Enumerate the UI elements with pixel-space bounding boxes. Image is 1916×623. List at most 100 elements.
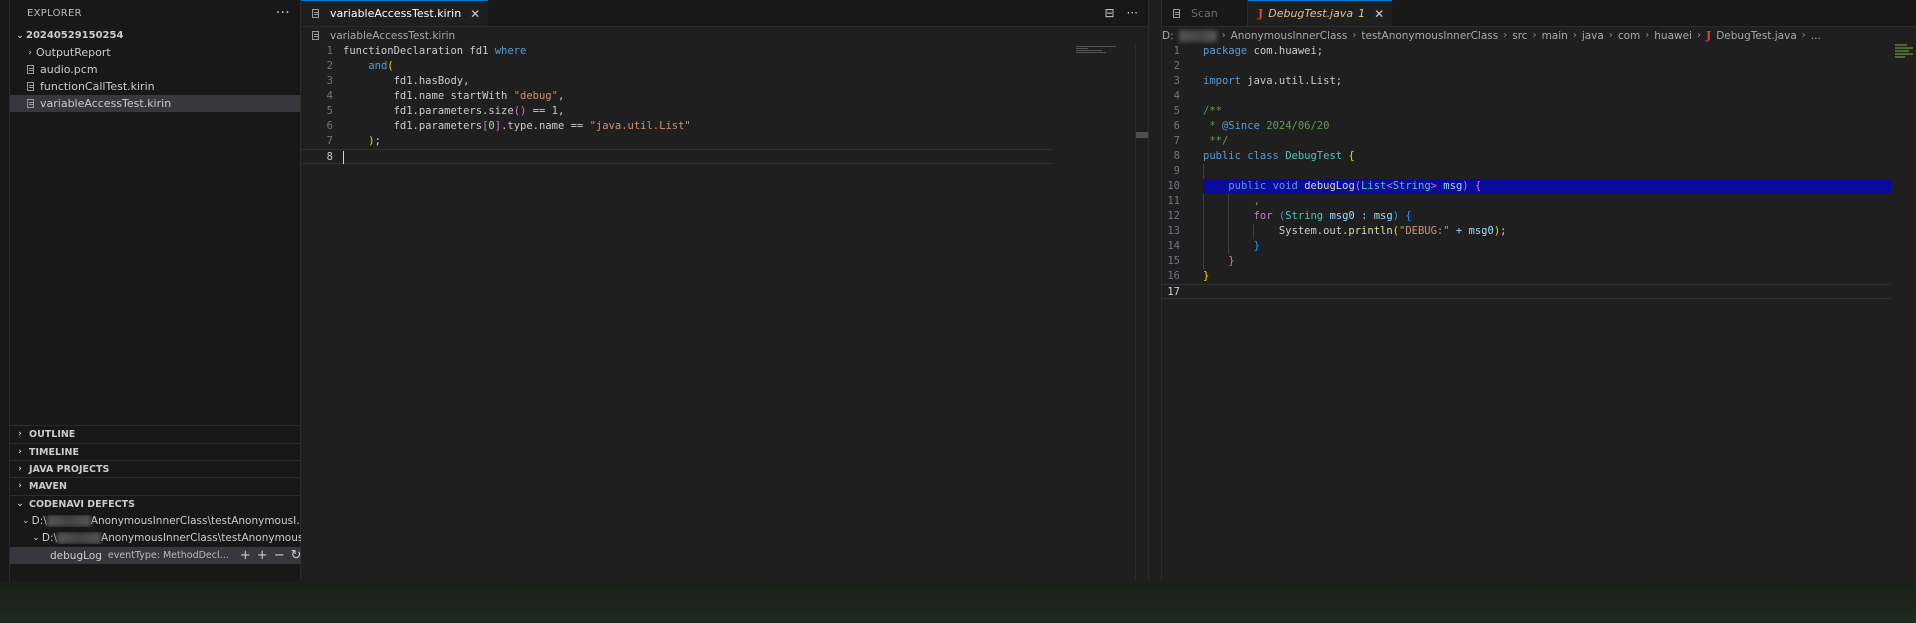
tab-debugtest[interactable]: J DebugTest.java 1 ✕ (1248, 0, 1393, 26)
defect-item-row[interactable]: debugLog eventType: MethodDeclarati... +… (10, 547, 340, 564)
chevron-down-icon: ⌄ (32, 532, 40, 543)
file-icon (311, 8, 321, 19)
collapse-icon[interactable]: − (274, 548, 285, 563)
defect-description: eventType: MethodDeclarati... (107, 550, 234, 561)
file-icon (1172, 8, 1182, 19)
breadcrumb-segment[interactable]: java (1582, 30, 1604, 42)
breadcrumb-segment[interactable]: testAnonymousInnerClass (1361, 30, 1498, 42)
line-number: 12 (1167, 210, 1180, 222)
more-actions-icon[interactable]: ··· (1127, 6, 1138, 20)
close-icon[interactable]: ✕ (470, 7, 480, 21)
section-outline-label: OUTLINE (29, 428, 76, 440)
section-maven-label: MAVEN (29, 480, 67, 492)
code-line: 4 (1162, 89, 1916, 104)
more-actions-icon[interactable]: ··· (276, 5, 290, 21)
close-icon[interactable]: ✕ (1374, 7, 1384, 21)
activity-bar (0, 0, 10, 581)
section-java-projects[interactable]: › JAVA PROJECTS (10, 460, 300, 477)
breadcrumb-segment[interactable]: main (1542, 30, 1568, 42)
section-outline[interactable]: › OUTLINE (10, 425, 300, 442)
code-line: 2 (1162, 59, 1916, 74)
minimap-right[interactable] (1895, 44, 1913, 70)
tab-label: Scan (1191, 7, 1218, 20)
line-number: 2 (1173, 60, 1180, 72)
java-icon: J (1258, 7, 1264, 20)
code-line: 7 **/ (1162, 134, 1916, 149)
minimap-left[interactable] (1076, 46, 1124, 58)
scrollbar-left[interactable] (1135, 44, 1148, 581)
section-maven[interactable]: › MAVEN (10, 477, 300, 494)
code-area-right[interactable]: 1 package com.huawei; 2 3 import java.util… (1162, 44, 1916, 299)
line-number: 13 (1167, 225, 1180, 237)
line-number: 3 (1173, 75, 1180, 87)
chevron-down-icon: ⌄ (16, 30, 24, 41)
tab-scan[interactable]: Scan (1162, 0, 1248, 26)
redacted-block (1178, 29, 1217, 42)
tab-label: DebugTest.java (1268, 7, 1354, 20)
line-number: 8 (1173, 150, 1180, 162)
breadcrumb-file[interactable]: variableAccessTest.kirin (330, 30, 455, 42)
code-line: 5/** (1162, 104, 1916, 119)
tree-item-variableaccesstest[interactable]: variableAccessTest.kirin (10, 95, 300, 112)
workspace-root[interactable]: ⌄ 20240529150254 (10, 27, 300, 44)
code-line: 11 , (1162, 194, 1916, 209)
line-number: 1 (326, 45, 333, 57)
code-line: 6 * @Since 2024/06/20 (1162, 119, 1916, 134)
chevron-right-icon: › (18, 447, 22, 457)
breadcrumb-file[interactable]: DebugTest.java (1716, 30, 1797, 42)
line-number: 2 (326, 60, 333, 72)
code-line: 3 fd1.hasBody, (301, 74, 1148, 89)
defect-path: D:\ AnonymousInnerClass\testAnonymousInn.… (31, 514, 310, 527)
code-line: 15 } (1162, 254, 1916, 269)
split-editor-icon[interactable]: ⊟ (1104, 6, 1114, 20)
section-codenavi-label: CODENAVI DEFECTS (29, 498, 135, 510)
code-line: 1 package com.huawei; (1162, 44, 1916, 59)
chevron-right-icon: › (18, 481, 22, 491)
line-number: 1 (1173, 45, 1180, 57)
line-number: 3 (326, 75, 333, 87)
file-icon (26, 64, 36, 75)
breadcrumb-drive[interactable]: D: (1162, 30, 1174, 42)
tree-item-label: audio.pcm (40, 63, 98, 76)
split-sash[interactable] (1149, 0, 1162, 581)
section-codenavi-defects[interactable]: ⌄ CODENAVI DEFECTS (10, 495, 300, 512)
defect-file-row[interactable]: ⌄ D:\ AnonymousInnerClass\testAnonymousIn… (10, 529, 320, 546)
editor-right: Scan J DebugTest.java 1 ✕ D: › AnonymousI… (1162, 0, 1916, 581)
tree-item-audio[interactable]: audio.pcm (10, 61, 300, 78)
tab-label: variableAccessTest.kirin (330, 7, 462, 20)
defect-name: debugLog (50, 549, 102, 562)
code-line: 5 fd1.parameters.size() == 1, (301, 104, 1148, 119)
scrollbar-thumb[interactable] (1136, 132, 1148, 138)
tree-item-functioncalltest[interactable]: functionCallTest.kirin (10, 78, 300, 95)
code-line-highlighted: 10 public void debugLog(List<String> msg… (1162, 179, 1891, 194)
line-number: 6 (1173, 120, 1180, 132)
line-number: 9 (1173, 165, 1180, 177)
defect-file-row[interactable]: ⌄ D:\ AnonymousInnerClass\testAnonymousIn… (10, 512, 310, 529)
line-number: 7 (1173, 135, 1180, 147)
tree-item-outputreport[interactable]: › OutputReport (10, 44, 300, 61)
tab-bar-left: variableAccessTest.kirin ✕ ⊟ ··· (301, 0, 1148, 27)
refresh-icon[interactable]: ↻ (291, 548, 302, 563)
section-timeline[interactable]: › TIMELINE (10, 443, 300, 460)
chevron-down-icon: ⌄ (16, 499, 24, 509)
problem-count-badge: 1 (1358, 7, 1366, 20)
code-line: 7 ); (301, 134, 1148, 149)
line-number: 6 (326, 120, 333, 132)
text-cursor (343, 150, 344, 164)
code-line-current: 8 (301, 149, 1053, 164)
desktop-background (0, 581, 1916, 623)
editor-left: variableAccessTest.kirin ✕ ⊟ ··· variabl… (301, 0, 1149, 581)
code-line: 6 fd1.parameters[0].type.name == "java.u… (301, 119, 1148, 134)
add-icon[interactable]: + (240, 548, 251, 563)
tab-variableaccesstest[interactable]: variableAccessTest.kirin ✕ (301, 0, 489, 26)
breadcrumb-segment[interactable]: com (1618, 30, 1640, 42)
code-area-left[interactable]: 1 functionDeclaration fd1 where 2 and( 3 … (301, 44, 1148, 164)
breadcrumb-segment[interactable]: src (1512, 30, 1527, 42)
expand-icon[interactable]: + (257, 548, 268, 563)
breadcrumb-segment[interactable]: huawei (1654, 30, 1692, 42)
file-icon (26, 98, 36, 109)
file-icon (311, 30, 321, 41)
breadcrumb-segment[interactable]: AnonymousInnerClass (1231, 30, 1348, 42)
code-line: 12 for (String msg0 : msg) { (1162, 209, 1916, 224)
breadcrumb-more[interactable]: ... (1811, 30, 1821, 42)
